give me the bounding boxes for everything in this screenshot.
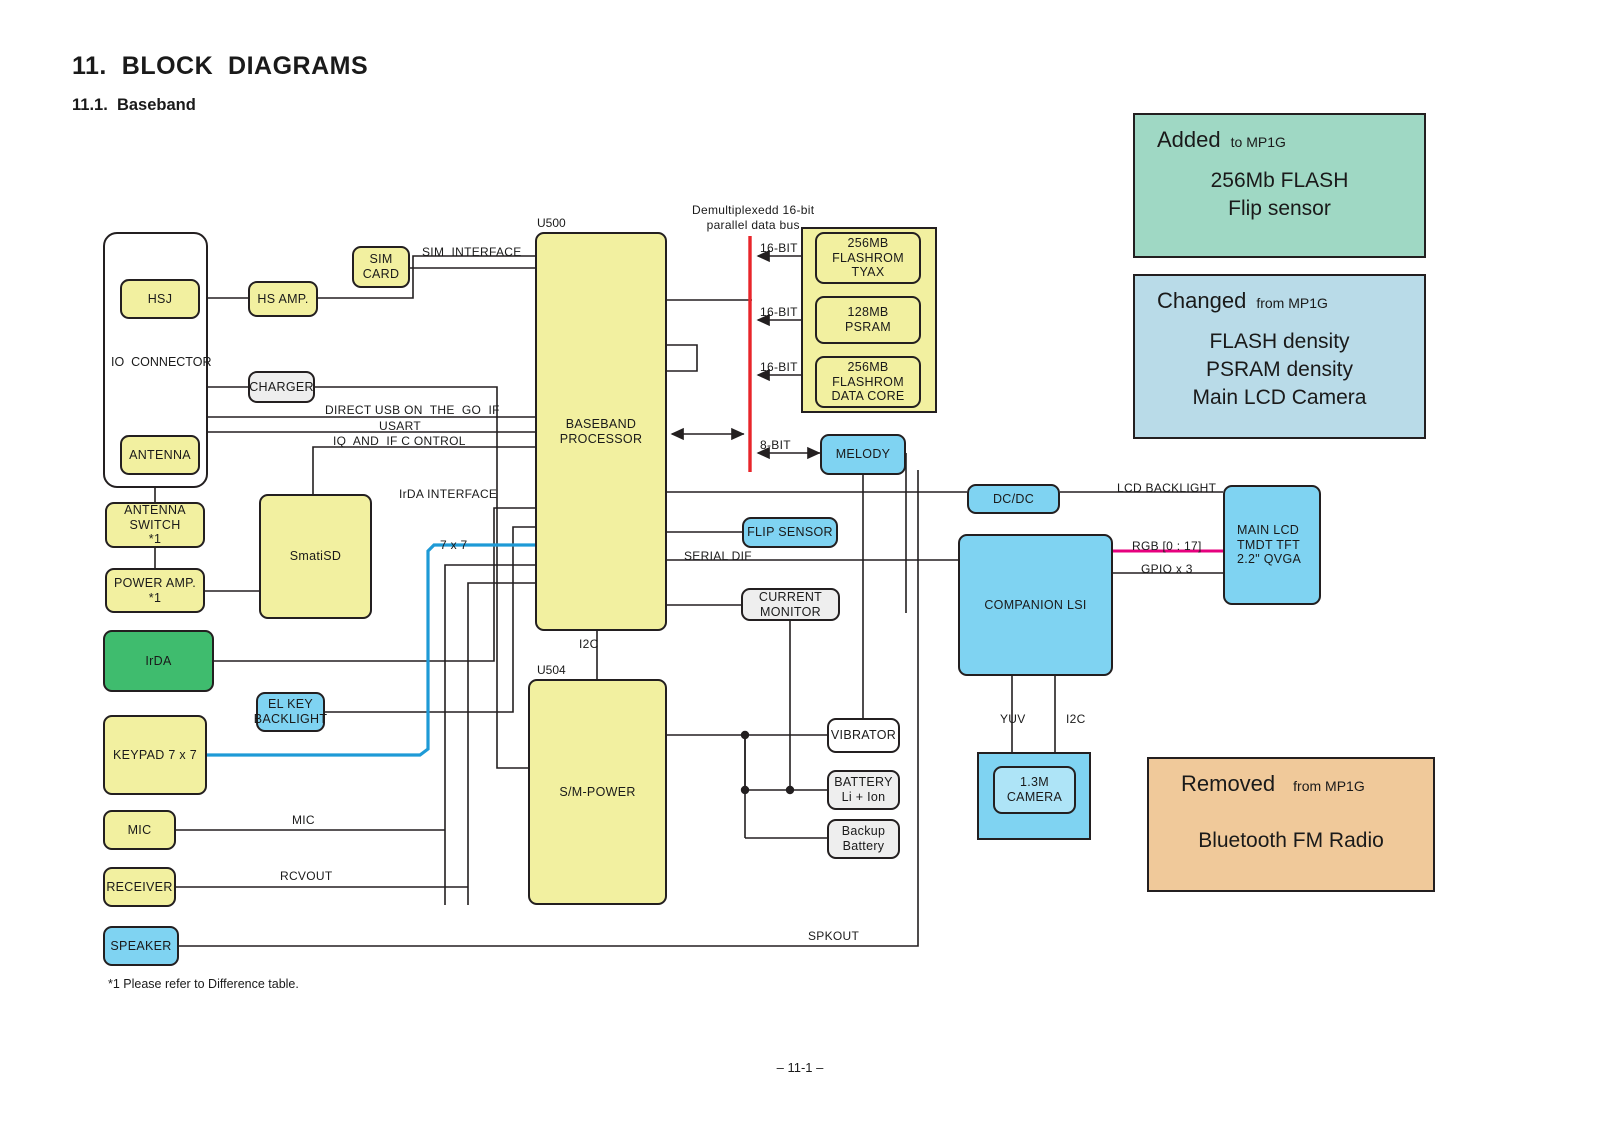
- legend-added-title: Added: [1157, 127, 1221, 152]
- legend-changed: Changed from MP1G FLASH density PSRAM den…: [1133, 274, 1426, 439]
- label-16bit-b: 16-BIT: [760, 305, 798, 319]
- label-yuv: YUV: [1000, 712, 1026, 726]
- label-bus-caption: Demultiplexedd 16-bit parallel data bus: [692, 203, 815, 232]
- block-vibrator[interactable]: VIBRATOR: [827, 718, 900, 753]
- block-el-key-backlight[interactable]: EL KEY BACKLIGHT: [254, 692, 327, 732]
- label-serial-dif: SERIAL DIF: [684, 549, 752, 563]
- label-mic-wire: MIC: [292, 813, 315, 827]
- block-sm-power[interactable]: S/M-POWER: [528, 679, 667, 905]
- block-flip-sensor[interactable]: FLIP SENSOR: [742, 517, 838, 548]
- legend-removed-head: Removed from MP1G: [1181, 771, 1433, 797]
- block-flashrom-data-core[interactable]: 256MB FLASHROM DATA CORE: [815, 356, 921, 408]
- block-antenna[interactable]: ANTENNA: [120, 435, 200, 475]
- label-16bit-a: 16-BIT: [760, 241, 798, 255]
- label-usart: USART: [379, 419, 421, 433]
- io-connector-label: IO CONNECTOR: [111, 355, 212, 369]
- block-speaker[interactable]: SPEAKER: [103, 926, 179, 966]
- refdes-u500: U500: [537, 216, 566, 230]
- block-backup-battery[interactable]: Backup Battery: [827, 819, 900, 859]
- block-battery[interactable]: BATTERY Li + Ion: [827, 770, 900, 810]
- block-dcdc[interactable]: DC/DC: [967, 484, 1060, 514]
- block-antenna-switch[interactable]: ANTENNA SWITCH *1: [105, 502, 205, 548]
- legend-added-head: Added to MP1G: [1157, 127, 1424, 153]
- label-spkout: SPKOUT: [808, 929, 860, 943]
- legend-changed-sub: from MP1G: [1256, 295, 1328, 311]
- block-receiver[interactable]: RECEIVER: [103, 867, 176, 907]
- block-irda[interactable]: IrDA: [103, 630, 214, 692]
- legend-changed-head: Changed from MP1G: [1157, 288, 1424, 314]
- section-subtitle: 11.1. Baseband: [72, 96, 196, 114]
- block-sim-card[interactable]: SIM CARD: [352, 246, 410, 288]
- block-camera[interactable]: 1.3M CAMERA: [993, 766, 1076, 814]
- label-direct-usb: DIRECT USB ON THE GO IF: [325, 403, 500, 417]
- refdes-u504: U504: [537, 663, 566, 677]
- label-sim-interface: SIM INTERFACE: [422, 245, 522, 259]
- page-footer: – 11-1 –: [776, 1060, 824, 1075]
- block-mic[interactable]: MIC: [103, 810, 176, 850]
- block-hs-amp[interactable]: HS AMP.: [248, 281, 318, 317]
- legend-removed-title: Removed: [1181, 771, 1276, 796]
- block-smatisd[interactable]: SmatiSD: [259, 494, 372, 619]
- label-iq-if-control: IQ AND IF C ONTROL: [333, 434, 466, 448]
- legend-changed-body: FLASH density PSRAM density Main LCD Cam…: [1192, 330, 1367, 409]
- legend-added-body: 256Mb FLASH Flip sensor: [1210, 169, 1349, 220]
- label-keypad-7x7: 7 x 7: [440, 538, 468, 552]
- label-irda-interface: IrDA INTERFACE: [399, 487, 498, 501]
- block-diagram-page: 11. BLOCK DIAGRAMS 11.1. Baseband *1 Ple…: [0, 0, 1600, 1132]
- legend-added-sub: to MP1G: [1230, 134, 1286, 150]
- block-flashrom-tyax[interactable]: 256MB FLASHROM TYAX: [815, 232, 921, 284]
- block-power-amp[interactable]: POWER AMP. *1: [105, 568, 205, 613]
- label-lcd-backlight: LCD BACKLIGHT: [1117, 481, 1217, 495]
- block-companion-lsi[interactable]: COMPANION LSI: [958, 534, 1113, 676]
- label-rcvout: RCVOUT: [280, 869, 333, 883]
- label-8bit: 8-BIT: [760, 438, 791, 452]
- legend-added: Added to MP1G 256Mb FLASH Flip sensor: [1133, 113, 1426, 258]
- label-rgb: RGB [0 : 17]: [1132, 539, 1202, 553]
- label-i2c-camera: I2C: [1066, 712, 1086, 726]
- legend-removed-sub: from MP1G: [1293, 778, 1365, 794]
- legend-changed-title: Changed: [1157, 288, 1247, 313]
- legend-removed: Removed from MP1G Bluetooth FM Radio: [1147, 757, 1435, 892]
- label-gpio: GPIO x 3: [1141, 562, 1193, 576]
- block-psram[interactable]: 128MB PSRAM: [815, 296, 921, 344]
- block-baseband-processor[interactable]: BASEBAND PROCESSOR: [535, 232, 667, 631]
- label-i2c-power: I2C: [579, 637, 599, 651]
- block-current-monitor[interactable]: CURRENT MONITOR: [741, 588, 840, 621]
- page-title: 11. BLOCK DIAGRAMS: [72, 52, 369, 80]
- block-charger[interactable]: CHARGER: [248, 371, 315, 403]
- block-melody[interactable]: MELODY: [820, 434, 906, 475]
- footnote: *1 Please refer to Difference table.: [108, 977, 299, 991]
- label-16bit-c: 16-BIT: [760, 360, 798, 374]
- legend-removed-body: Bluetooth FM Radio: [1198, 829, 1384, 852]
- block-main-lcd[interactable]: MAIN LCD TMDT TFT 2.2" QVGA: [1223, 485, 1321, 605]
- block-keypad[interactable]: KEYPAD 7 x 7: [103, 715, 207, 795]
- block-hsj[interactable]: HSJ: [120, 279, 200, 319]
